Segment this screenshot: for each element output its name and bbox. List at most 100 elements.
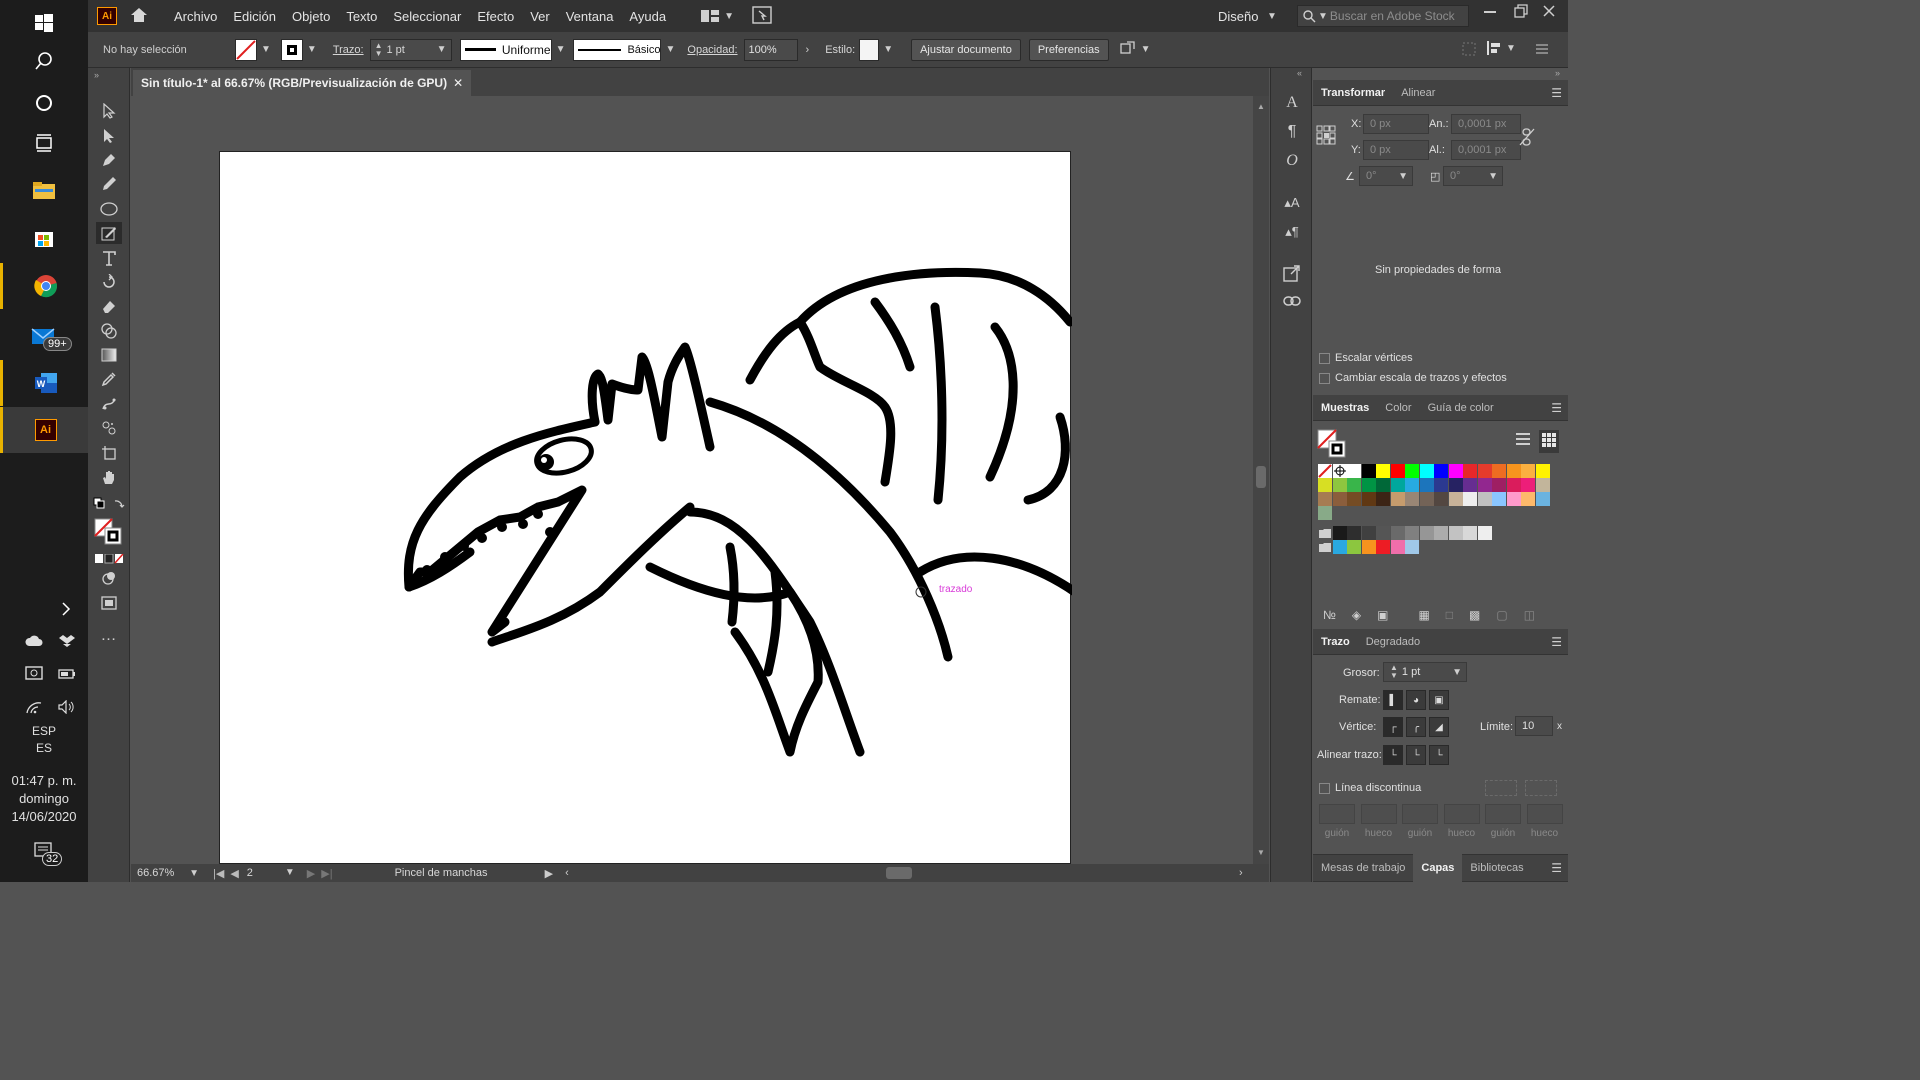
links-icon[interactable] bbox=[1281, 290, 1303, 312]
align-options-icon[interactable]: ▼ bbox=[1486, 40, 1520, 56]
task-view-icon[interactable] bbox=[0, 120, 88, 166]
graphic-style-swatch[interactable] bbox=[859, 38, 880, 61]
menu-efecto[interactable]: Efecto bbox=[469, 9, 522, 24]
menu-ver[interactable]: Ver bbox=[522, 9, 558, 24]
color-swatch[interactable] bbox=[1521, 464, 1535, 478]
new-color-group-icon[interactable]: □ bbox=[1446, 608, 1453, 622]
battery-icon[interactable] bbox=[58, 668, 76, 683]
hand-tool-icon[interactable] bbox=[96, 466, 122, 488]
color-swatch[interactable] bbox=[1463, 492, 1477, 506]
color-swatch[interactable] bbox=[1463, 526, 1477, 540]
rotate-tool-icon[interactable] bbox=[96, 271, 122, 293]
zoom-level[interactable]: 66.67% ▼ bbox=[137, 867, 203, 879]
artboard-tool-icon[interactable] bbox=[96, 442, 122, 464]
restore-icon[interactable] bbox=[1514, 4, 1528, 21]
color-swatch[interactable] bbox=[1405, 492, 1419, 506]
vertical-scrollbar[interactable]: ▲ ▼ bbox=[1253, 96, 1269, 864]
variable-width-profile[interactable]: Uniforme bbox=[459, 38, 552, 61]
color-swatch[interactable] bbox=[1376, 478, 1390, 492]
color-swatch[interactable] bbox=[1405, 540, 1419, 554]
panel-menu-icon[interactable] bbox=[1536, 44, 1548, 57]
chevron-down-icon[interactable]: ▼ bbox=[307, 44, 317, 55]
color-swatch[interactable] bbox=[1492, 492, 1506, 506]
tab-degradado[interactable]: Degradado bbox=[1358, 636, 1428, 648]
y-field[interactable]: 0 px bbox=[1363, 140, 1429, 160]
panel-menu-icon[interactable]: ☰ bbox=[1551, 861, 1562, 875]
tab-trazo[interactable]: Trazo bbox=[1313, 636, 1358, 648]
color-swatch[interactable] bbox=[1376, 526, 1390, 540]
color-swatch[interactable] bbox=[1405, 526, 1419, 540]
color-swatch[interactable] bbox=[1405, 464, 1419, 478]
color-swatch[interactable] bbox=[1361, 526, 1376, 540]
expand-panel-icon[interactable]: « bbox=[1297, 68, 1302, 78]
color-swatch[interactable] bbox=[1318, 506, 1332, 520]
opacity-input[interactable]: 100% bbox=[743, 38, 798, 61]
export-icon[interactable] bbox=[1281, 262, 1303, 284]
constrain-proportions-icon[interactable] bbox=[1519, 128, 1535, 149]
color-swatch[interactable] bbox=[1347, 540, 1361, 554]
color-mode-icons[interactable] bbox=[95, 553, 125, 567]
color-swatch[interactable] bbox=[1492, 464, 1506, 478]
blob-brush-tool-icon[interactable] bbox=[96, 222, 122, 244]
grid-view-icon[interactable] bbox=[1539, 430, 1559, 453]
color-swatch[interactable] bbox=[1535, 464, 1550, 478]
next-artboard-icon[interactable]: ▶ bbox=[307, 867, 315, 880]
horizontal-scrollbar[interactable] bbox=[886, 867, 912, 879]
color-group-icon[interactable]: ▦ bbox=[1418, 608, 1429, 622]
color-swatch[interactable] bbox=[1535, 478, 1550, 492]
gap-field[interactable] bbox=[1526, 804, 1563, 824]
type-tool-icon[interactable] bbox=[96, 247, 122, 269]
color-swatch[interactable] bbox=[1390, 526, 1405, 540]
color-swatch[interactable] bbox=[1477, 492, 1492, 506]
paragraph-panel-icon[interactable]: ¶ bbox=[1281, 121, 1303, 143]
chevron-down-icon[interactable]: ▼ bbox=[665, 44, 675, 55]
screen-mode-icon[interactable] bbox=[96, 592, 122, 614]
swap-colors-icon[interactable] bbox=[112, 492, 126, 514]
first-artboard-icon[interactable]: |◀ bbox=[213, 867, 224, 880]
tab-capas[interactable]: Capas bbox=[1413, 854, 1463, 882]
new-swatch-icon[interactable]: ▢ bbox=[1496, 608, 1507, 622]
swatch-options-icon[interactable]: ▣ bbox=[1377, 608, 1388, 622]
dash-field[interactable] bbox=[1402, 804, 1438, 824]
menu-edicion[interactable]: Edición bbox=[225, 9, 284, 24]
swatch-grid[interactable] bbox=[1318, 464, 1558, 554]
drawing-mode-icon[interactable] bbox=[96, 567, 122, 589]
color-swatch[interactable] bbox=[1419, 526, 1434, 540]
color-swatch[interactable] bbox=[1463, 464, 1477, 478]
align-inside-icon[interactable]: └ bbox=[1406, 745, 1426, 765]
chevron-down-icon[interactable]: ▼ bbox=[556, 44, 566, 55]
network-status-icon[interactable] bbox=[25, 666, 43, 685]
menu-ventana[interactable]: Ventana bbox=[558, 9, 622, 24]
gap-field[interactable] bbox=[1443, 804, 1480, 824]
color-swatch[interactable] bbox=[1434, 526, 1448, 540]
panel-menu-icon[interactable]: ☰ bbox=[1551, 86, 1562, 100]
eraser-tool-icon[interactable] bbox=[96, 295, 122, 317]
direct-selection-tool-icon[interactable] bbox=[96, 125, 122, 147]
scale-corners-checkbox[interactable]: Escalar vértices bbox=[1319, 352, 1413, 364]
align-outside-icon[interactable]: └ bbox=[1429, 745, 1449, 765]
tab-transformar[interactable]: Transformar bbox=[1313, 87, 1393, 99]
color-swatch[interactable] bbox=[1506, 478, 1521, 492]
prev-artboard-icon[interactable]: ◀ bbox=[230, 867, 238, 880]
color-swatch[interactable] bbox=[1376, 540, 1390, 554]
swatch-kind-icon[interactable]: ◈ bbox=[1352, 608, 1361, 622]
close-tab-icon[interactable]: ✕ bbox=[453, 76, 463, 90]
color-swatch[interactable] bbox=[1361, 540, 1376, 554]
round-cap-icon[interactable]: ◕ bbox=[1406, 690, 1426, 710]
illustrator-taskbar-icon[interactable]: Ai bbox=[0, 407, 88, 453]
opacity-label[interactable]: Opacidad: bbox=[687, 44, 737, 56]
pencil-tool-icon[interactable] bbox=[96, 173, 122, 195]
color-swatch[interactable] bbox=[1477, 478, 1492, 492]
tab-bibliotecas[interactable]: Bibliotecas bbox=[1462, 862, 1531, 874]
selection-tool-icon[interactable] bbox=[96, 100, 122, 122]
color-swatch[interactable] bbox=[1347, 492, 1361, 506]
miter-join-icon[interactable]: ┌ bbox=[1383, 717, 1403, 737]
color-group-folder-icon[interactable] bbox=[1318, 540, 1332, 554]
panel-menu-icon[interactable]: ☰ bbox=[1551, 401, 1562, 415]
eyedropper-tool-icon[interactable] bbox=[96, 368, 122, 390]
puppet-warp-tool-icon[interactable] bbox=[96, 393, 122, 415]
gradient-tool-icon[interactable] bbox=[96, 344, 122, 366]
color-swatch[interactable] bbox=[1318, 478, 1332, 492]
collapse-panels-icon[interactable]: » bbox=[1555, 68, 1560, 78]
home-icon[interactable] bbox=[130, 7, 148, 26]
